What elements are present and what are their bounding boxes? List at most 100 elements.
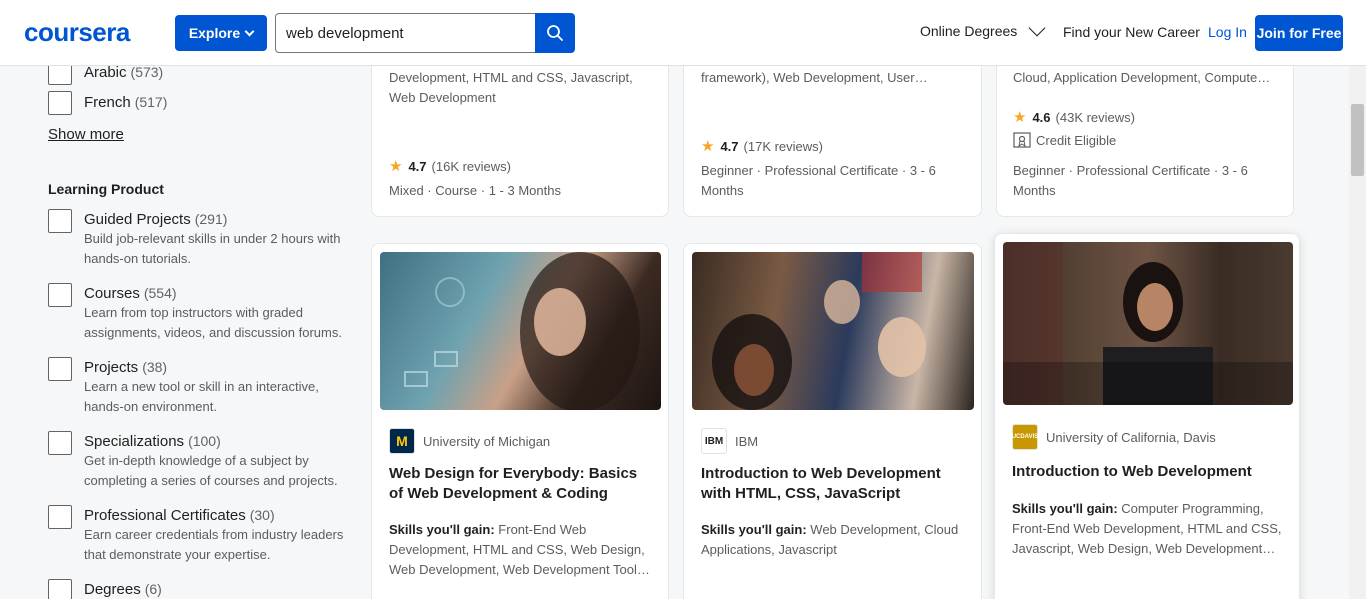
filter-count: (291): [194, 211, 228, 227]
card-skills: Skills you'll gain: Computer Programming…: [1012, 499, 1292, 559]
filter-specializations[interactable]: Specializations (100) Get in-depth knowle…: [48, 431, 354, 491]
filter-professional-certificates[interactable]: Professional Certificates (30) Earn caree…: [48, 505, 354, 565]
course-card-hovered[interactable]: UCDAVIS University of California, Davis …: [994, 233, 1300, 599]
filter-count: (100): [188, 433, 221, 449]
credit-label: Credit Eligible: [1036, 132, 1117, 148]
online-degrees-label: Online Degrees: [920, 23, 1018, 39]
partner-name: IBM: [735, 433, 759, 449]
explore-label: Explore: [188, 25, 241, 41]
skills-label: Skills you'll gain:: [389, 522, 495, 537]
filter-label: Guided Projects: [84, 211, 191, 228]
learning-product-heading: Learning Product: [48, 181, 164, 197]
card-meta: Months: [701, 183, 744, 198]
filter-count: (30): [249, 507, 275, 523]
course-thumbnail: [1003, 242, 1293, 405]
partner-row: UCDAVIS University of California, Davis: [1012, 424, 1216, 450]
rating-value: 4.6: [1032, 109, 1051, 125]
card-rating: ★ 4.6 (43K reviews): [1013, 108, 1135, 126]
review-count: (16K reviews): [431, 158, 511, 174]
skills-label: Skills you'll gain:: [1012, 501, 1118, 516]
course-title[interactable]: Introduction to Web Development with HTM…: [701, 464, 966, 504]
card-skills: Skills you'll gain: Front-End Web Develo…: [389, 520, 659, 580]
partner-row: M University of Michigan: [389, 428, 550, 454]
checkbox[interactable]: [48, 357, 72, 381]
review-count: (43K reviews): [1055, 109, 1135, 125]
chevron-down-icon: [1028, 19, 1046, 36]
review-count: (17K reviews): [743, 138, 823, 154]
checkbox[interactable]: [48, 209, 72, 233]
explore-button[interactable]: Explore: [175, 15, 267, 51]
card-meta: Mixed · Course · 1 - 3 Months: [389, 183, 561, 198]
search-button[interactable]: [535, 13, 575, 53]
umich-logo: M: [389, 428, 415, 454]
online-degrees-menu[interactable]: Online Degrees: [920, 19, 1046, 39]
filter-language-french[interactable]: French (517): [48, 91, 167, 115]
filter-label: Arabic: [84, 64, 127, 81]
checkbox[interactable]: [48, 579, 72, 599]
rating-value: 4.7: [720, 138, 739, 154]
checkbox[interactable]: [48, 91, 72, 115]
course-card[interactable]: M University of Michigan Web Design for …: [371, 243, 669, 599]
filter-label: Projects: [84, 359, 139, 376]
checkbox[interactable]: [48, 505, 72, 529]
filter-courses[interactable]: Courses (554) Learn from top instructors …: [48, 283, 354, 343]
show-more-link[interactable]: Show more: [48, 126, 124, 143]
card-skills-line: Development, HTML and CSS, Javascript,: [389, 70, 633, 85]
star-icon: ★: [1013, 109, 1027, 126]
filter-count: (517): [134, 94, 168, 110]
filter-count: (554): [143, 285, 177, 301]
course-title[interactable]: Introduction to Web Development: [1012, 462, 1287, 482]
top-header: coursera Explore Online Degrees Find you…: [0, 0, 1366, 66]
star-icon: ★: [389, 158, 403, 175]
card-skills: Skills you'll gain: Web Development, Clo…: [701, 520, 971, 560]
scrollbar-thumb[interactable]: [1351, 104, 1364, 176]
join-button[interactable]: Join for Free: [1255, 15, 1343, 51]
filter-degrees[interactable]: Degrees (6): [48, 579, 162, 599]
card-skills-line: Cloud, Application Development, Compute…: [1013, 70, 1271, 85]
filter-label: French: [84, 94, 131, 111]
card-rating: ★ 4.7 (16K reviews): [389, 157, 511, 175]
partner-name: University of California, Davis: [1046, 429, 1216, 445]
card-skills-line: framework), Web Development, User…: [701, 70, 928, 85]
card-meta: Beginner · Professional Certificate · 3 …: [701, 163, 936, 178]
checkbox[interactable]: [48, 283, 72, 307]
filter-count: (6): [144, 581, 162, 597]
rating-value: 4.7: [408, 158, 427, 174]
filter-projects[interactable]: Projects (38) Learn a new tool or skill i…: [48, 357, 354, 417]
checkbox[interactable]: [48, 431, 72, 455]
find-career-link[interactable]: Find your New Career: [1063, 24, 1200, 40]
filter-description: Earn career credentials from industry le…: [84, 527, 344, 562]
filter-description: Learn a new tool or skill in an interact…: [84, 379, 319, 414]
skills-label: Skills you'll gain:: [701, 522, 807, 537]
page-scrollbar[interactable]: [1349, 66, 1366, 599]
credit-icon: [1013, 132, 1031, 148]
login-link[interactable]: Log In: [1208, 24, 1247, 40]
course-thumbnail: [692, 252, 974, 410]
filter-description: Learn from top instructors with graded a…: [84, 305, 342, 340]
filter-label: Degrees: [84, 581, 141, 598]
thumbnail-graphic: [712, 252, 926, 410]
coursera-logo[interactable]: coursera: [24, 17, 130, 48]
card-skills-line: Web Development: [389, 90, 496, 105]
ucdavis-logo: UCDAVIS: [1012, 424, 1038, 450]
ibm-logo: IBM: [701, 428, 727, 454]
chevron-down-icon: [244, 26, 255, 36]
course-card[interactable]: IBM IBM Introduction to Web Development …: [683, 243, 982, 599]
star-icon: ★: [701, 138, 715, 155]
filter-count: (573): [130, 64, 164, 80]
filter-label: Professional Certificates: [84, 507, 246, 524]
search-icon: [547, 25, 563, 41]
card-rating: ★ 4.7 (17K reviews): [701, 137, 823, 155]
credit-eligible: Credit Eligible: [1013, 132, 1116, 148]
search-input[interactable]: [275, 13, 536, 53]
course-title[interactable]: Web Design for Everybody: Basics of Web …: [389, 464, 654, 504]
card-meta: Beginner · Professional Certificate · 3 …: [1013, 163, 1248, 178]
filter-label: Courses: [84, 285, 140, 302]
filter-description: Build job-relevant skills in under 2 hou…: [84, 231, 341, 266]
partner-name: University of Michigan: [423, 433, 551, 449]
thumbnail-graphic: [1003, 242, 1293, 405]
filter-guided-projects[interactable]: Guided Projects (291) Build job-relevant …: [48, 209, 354, 269]
partner-row: IBM IBM: [701, 428, 758, 454]
filter-label: Specializations: [84, 433, 185, 450]
filter-count: (38): [142, 359, 168, 375]
